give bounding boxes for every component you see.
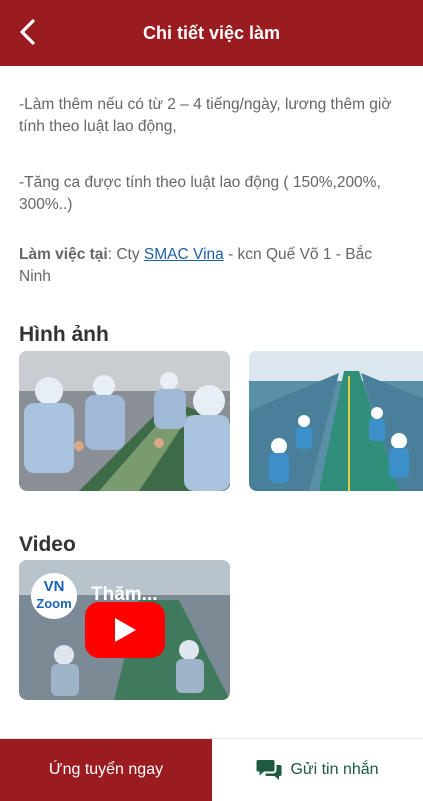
detail-paragraph-overtime: -Làm thêm nếu có từ 2 – 4 tiếng/ngày, lư… (19, 96, 392, 135)
factory-workers-image (19, 351, 230, 491)
send-message-label: Gửi tin nhắn (290, 761, 379, 778)
page-title: Chi tiết việc làm (142, 23, 281, 43)
job-image-1[interactable] (19, 351, 230, 491)
youtube-play-icon (115, 618, 136, 642)
job-image-2[interactable] (249, 351, 423, 491)
bottom-action-bar: Ứng tuyển ngay Gửi tin nhắn (0, 738, 423, 801)
channel-logo: VN Zoom (31, 573, 77, 619)
company-link[interactable]: SMAC Vina (144, 246, 224, 263)
detail-paragraph-overtime-rate: -Tăng ca được tính theo luật lao động ( … (19, 174, 381, 213)
send-message-button[interactable]: Gửi tin nhắn (212, 739, 423, 801)
factory-assembly-line-image (249, 351, 423, 491)
channel-logo-text-2: Zoom (36, 596, 72, 611)
apply-now-button[interactable]: Ứng tuyển ngay (0, 739, 212, 801)
workplace-label: Làm việc tại (19, 246, 108, 263)
images-section-title: Hình ảnh (19, 323, 109, 346)
chat-bubbles-icon (256, 759, 282, 781)
app-header: Chi tiết việc làm (0, 0, 423, 66)
channel-logo-text-1: VN (43, 578, 65, 595)
play-button[interactable] (85, 602, 165, 658)
workplace-prefix: : Cty (107, 246, 144, 263)
video-section-title: Video (19, 533, 76, 556)
job-detail-content: -Làm thêm nếu có từ 2 – 4 tiếng/ngày, lư… (0, 66, 423, 738)
workplace-info: Làm việc tại: Cty SMAC Vina - kcn Quế Võ… (19, 244, 405, 288)
video-thumbnail[interactable]: VN Zoom Thăm... (19, 560, 230, 700)
